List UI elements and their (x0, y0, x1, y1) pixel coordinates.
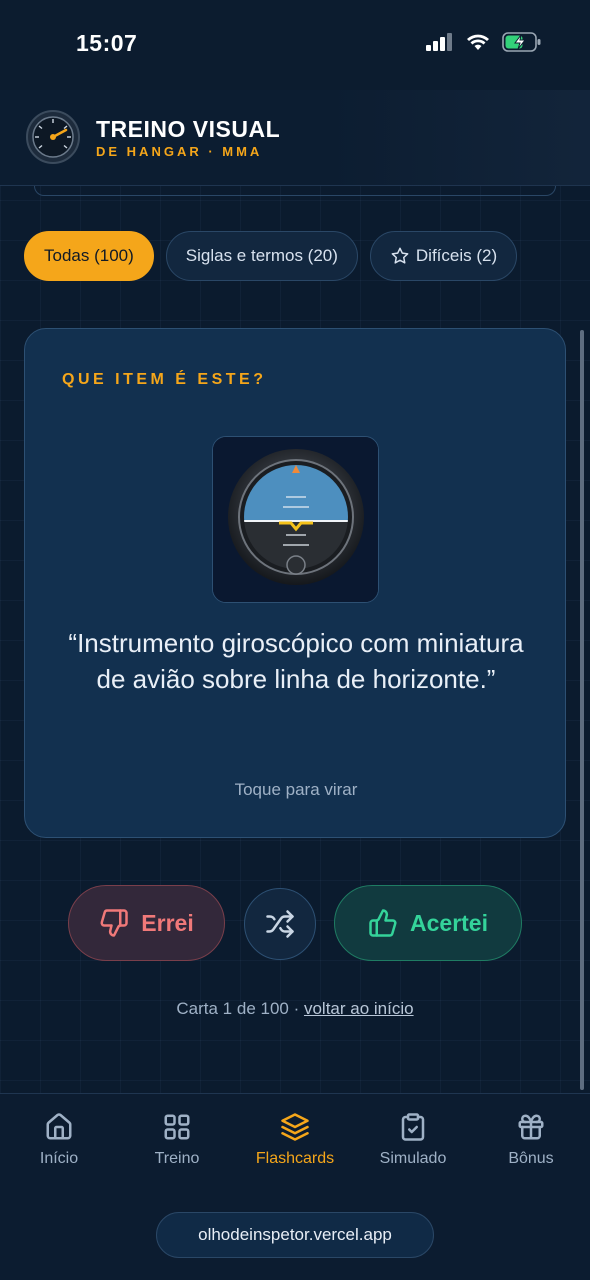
collapsed-panel-edge (34, 186, 556, 196)
star-icon (391, 247, 409, 264)
filter-chip-todas[interactable]: Todas (100) (24, 231, 154, 281)
filter-chip-siglas[interactable]: Siglas e termos (20) (165, 231, 358, 281)
nav-label: Flashcards (255, 1150, 335, 1167)
status-icons (426, 32, 542, 52)
card-counter: Carta 1 de 100 · voltar ao início (0, 999, 590, 1019)
wifi-icon (467, 34, 489, 50)
scrollbar[interactable] (580, 330, 584, 1090)
bottom-nav: Início Treino Flashcards Simulado Bônus … (0, 1093, 590, 1280)
battery-charging-icon (502, 32, 541, 52)
attitude-indicator-image (212, 436, 379, 603)
thumbs-down-icon (100, 909, 129, 937)
wrong-button[interactable]: Errei (68, 885, 225, 961)
correct-button[interactable]: Acertei (334, 885, 522, 961)
nav-label: Treino (154, 1150, 200, 1167)
nav-item-flashcards[interactable]: Flashcards (236, 1112, 354, 1168)
nav-item-bonus[interactable]: Bônus (472, 1112, 590, 1168)
card-eyebrow: QUE ITEM É ESTE? (62, 371, 267, 388)
nav-label: Bônus (508, 1150, 554, 1167)
correct-button-label: Acertei (410, 909, 488, 936)
flip-hint: Toque para virar (234, 780, 358, 799)
shuffle-button[interactable] (244, 888, 316, 960)
gift-icon (518, 1114, 544, 1140)
nav-item-simulado[interactable]: Simulado (354, 1112, 472, 1168)
nav-label: Início (39, 1150, 79, 1167)
gauge-logo-icon[interactable] (26, 110, 80, 164)
nav-item-treino[interactable]: Treino (118, 1112, 236, 1168)
shuffle-icon (266, 910, 294, 938)
nav-label: Simulado (379, 1150, 447, 1167)
flashcard[interactable]: QUE ITEM É ESTE? “Instrumento giroscópic… (24, 328, 566, 838)
card-counter-text: Carta 1 de 100 · (176, 999, 304, 1018)
status-bar: 15:07 (0, 0, 590, 90)
status-time: 15:07 (76, 30, 138, 56)
app-header: TREINO VISUAL DE HANGAR · MMA (0, 90, 590, 186)
filter-chip-dificeis[interactable]: Difíceis (2) (369, 231, 518, 281)
nav-item-inicio[interactable]: Início (0, 1112, 118, 1168)
filter-chip-label: Difíceis (2) (415, 246, 498, 265)
filter-chip-label: Siglas e termos (20) (185, 246, 338, 265)
layers-icon (281, 1113, 309, 1141)
thumbs-up-icon (369, 909, 397, 937)
url-bar[interactable]: olhodeinspetor.vercel.app (156, 1212, 434, 1258)
brand-title: TREINO VISUAL (96, 116, 281, 142)
signal-icon (426, 33, 452, 51)
wrong-button-label: Errei (141, 909, 194, 936)
filter-chip-label: Todas (100) (44, 246, 134, 265)
back-to-start-link[interactable]: voltar ao início (304, 999, 414, 1018)
grid-icon (164, 1114, 190, 1140)
brand-subtitle: DE HANGAR · MMA (96, 144, 263, 159)
home-icon (46, 1113, 72, 1140)
filter-chips: Todas (100) Siglas e termos (20) Difícei… (24, 231, 518, 281)
card-question: “Instrumento giroscópico com miniatura d… (68, 628, 524, 694)
clipboard-check-icon (401, 1113, 425, 1141)
